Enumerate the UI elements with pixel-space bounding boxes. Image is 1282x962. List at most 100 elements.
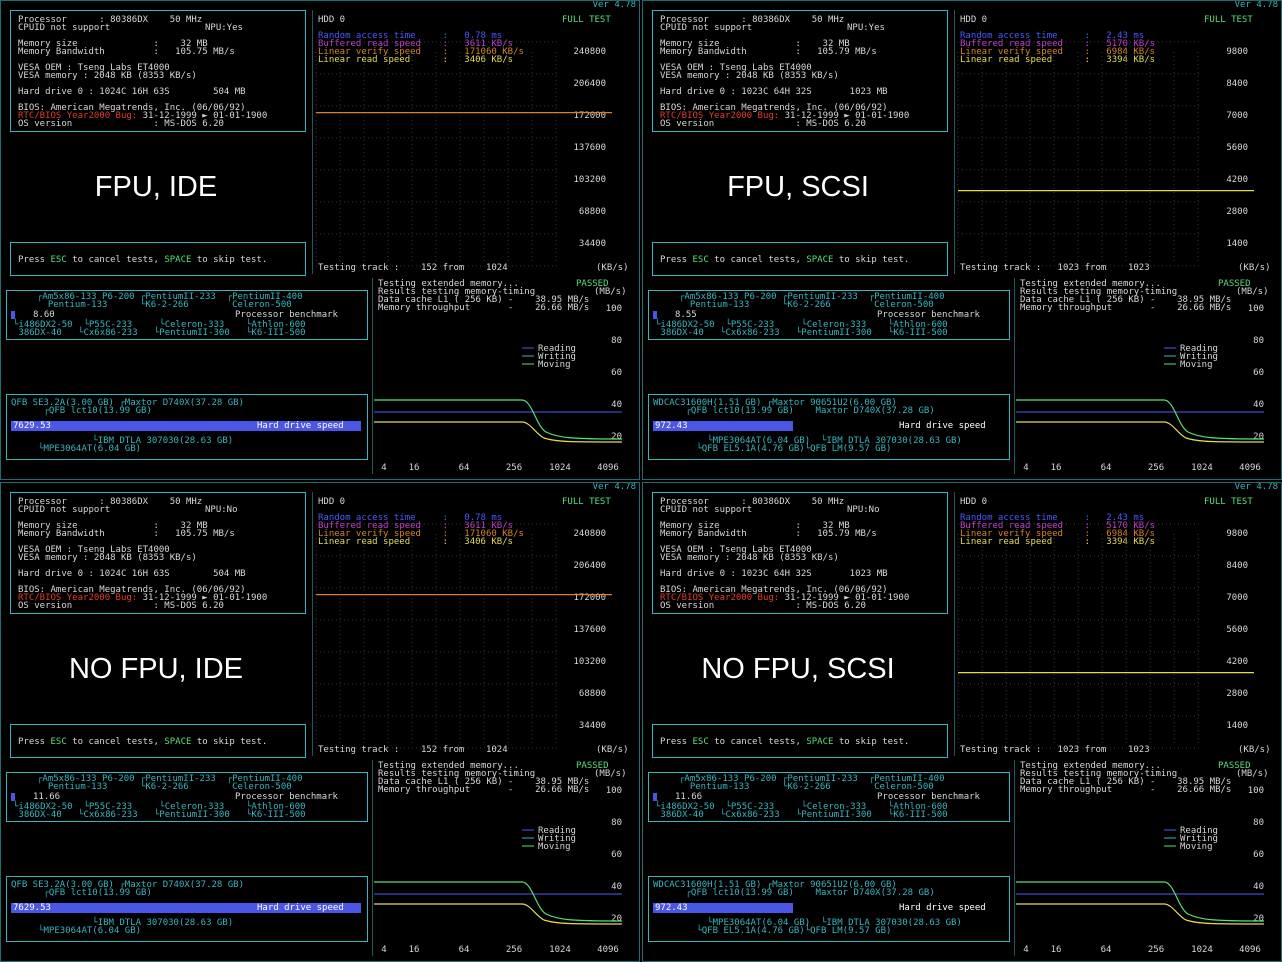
cpuid-line: CPUID not support	[18, 505, 111, 515]
hdd-test-panel: HDD 0 FULL TEST Random access time : 2.4…	[954, 10, 1282, 274]
mem-y-tick: 20	[611, 432, 622, 442]
esc-key: ESC	[50, 255, 67, 265]
processor-score: 8.55	[675, 310, 697, 320]
instr-a: Press	[18, 255, 51, 265]
hard-drive-speed-caption: Hard drive speed	[899, 421, 986, 431]
legend-label: Moving	[1180, 360, 1213, 370]
moving-series	[374, 881, 623, 922]
hard-drive-score: 7629.53	[13, 903, 51, 913]
mem-x-tick: 16	[1051, 945, 1062, 955]
configuration-label: NO FPU, SCSI	[701, 653, 895, 685]
hard-drive-speed-caption: Hard drive speed	[257, 903, 344, 913]
hdd-test-panel: HDD 0 FULL TEST Random access time : 2.4…	[954, 492, 1282, 756]
mem-y-tick: 80	[1253, 336, 1264, 346]
bench-bottom-2: 386DX-40 └Cx6x86-233 └PentiumII-300 └K6-…	[13, 810, 306, 820]
hdd-y-tick: 34400	[579, 721, 606, 731]
hdd-y-tick: 137600	[573, 625, 606, 635]
hdd-y-tick: 9800	[1226, 529, 1248, 539]
hdbench-top-2: ┌QFB lct10(13.99 GB) Maxtor D740X(37.28 …	[653, 406, 935, 416]
processor-benchmark-caption: Processor benchmark	[235, 792, 338, 802]
testing-track-line: Testing track : 152 from 1024	[318, 745, 508, 755]
instr-c: to skip test.	[833, 255, 910, 265]
space-key: SPACE	[164, 255, 192, 265]
hdd-y-tick: 103200	[573, 657, 606, 667]
hdd-y-tick: 2800	[1226, 689, 1248, 699]
hard-drive-speed-panel: QFB SE3.2A(3.00 GB) ┌Maxtor D740X(37.28 …	[6, 394, 368, 460]
space-key: SPACE	[164, 737, 192, 747]
vesa-memory-line: VESA memory : 2048 KB (8353 KB/s)	[660, 71, 839, 81]
bench-top-2: Pentium-133 └K6-2-266 Celeron-500	[37, 300, 292, 310]
hdbench-top-2: ┌QFB lct10(13.99 GB)	[11, 406, 152, 416]
instr-c: to skip test.	[191, 255, 268, 265]
space-key: SPACE	[806, 737, 834, 747]
processor-benchmark-panel: ┌Am5x86-133 P6-200 ┌PentiumII-233 ┌Penti…	[648, 772, 1010, 822]
system-info-panel: Processor : 80386DX 50 MHz CPUID not sup…	[10, 10, 306, 132]
mem-y-tick: 80	[611, 818, 622, 828]
moving-series	[1016, 399, 1265, 440]
memory-speed-chart: 100806040204 16 64 256 1024 4096ReadingWritin…	[372, 278, 623, 474]
processor-score-bar	[653, 311, 657, 319]
hdd-speed-chart: 9800 8400 7000 5600 4200 2800 1400	[954, 10, 1254, 274]
version-label: Ver 4.78	[592, 482, 636, 492]
hdd-y-tick: 4200	[1226, 657, 1248, 667]
processor-benchmark-panel: ┌Am5x86-133 P6-200 ┌PentiumII-233 ┌Penti…	[648, 290, 1010, 340]
npu-line: NPU:Yes	[205, 23, 243, 33]
testing-track-line: Testing track : 1023 from 1023	[960, 745, 1150, 755]
processor-score-bar	[11, 793, 15, 801]
hdd-unit-label: (KB/s)	[1238, 263, 1271, 273]
processor-benchmark-caption: Processor benchmark	[235, 310, 338, 320]
instructions-text: Press ESC to cancel tests, SPACE to skip…	[18, 255, 268, 265]
mem-x-tick: 256	[506, 945, 522, 955]
hdd-speed-chart: 2408002064001720001376001032006880034400	[312, 492, 612, 756]
configuration-label: FPU, SCSI	[727, 171, 869, 203]
mem-y-tick: 60	[1253, 850, 1264, 860]
hard-drive-line: Hard drive 0 : 1023C 64H 32S 1023 MB	[660, 569, 888, 579]
vesa-memory-line: VESA memory : 2048 KB (8353 KB/s)	[18, 553, 197, 563]
instr-b: to cancel tests,	[66, 737, 165, 747]
vesa-memory-line: VESA memory : 2048 KB (8353 KB/s)	[18, 71, 197, 81]
benchmark-screen-q3: Ver 4.78 Processor : 80386DX 50 MHz CPUI…	[0, 482, 640, 962]
mem-y-tick: 40	[611, 400, 622, 410]
benchmark-screen-q1: Ver 4.78 Processor : 80386DX 50 MHz CPUI…	[0, 0, 640, 480]
hdd-test-panel: HDD 0 FULL TEST Random access time : 0.7…	[312, 10, 640, 274]
hdbench-bottom-2: └QFB EL5.1A(4.76 GB)└QFB LM(9.57 GB)	[653, 444, 892, 454]
processor-score-bar	[653, 793, 657, 801]
benchmark-screen-q2: Ver 4.78 Processor : 80386DX 50 MHz CPUI…	[642, 0, 1282, 480]
hdd-y-tick: 206400	[573, 79, 606, 89]
mem-x-tick: 4096	[1239, 463, 1261, 473]
legend-label: Moving	[538, 842, 571, 852]
hdd-y-tick: 1400	[1226, 721, 1248, 731]
bench-top-2: Pentium-133 └K6-2-266 Celeron-500	[679, 300, 934, 310]
mem-x-tick: 256	[1148, 463, 1164, 473]
instr-a: Press	[660, 737, 693, 747]
hard-drive-score: 972.43	[655, 903, 688, 913]
testing-track-line: Testing track : 152 from 1024	[318, 263, 508, 273]
bench-bottom-2: 386DX-40 └Cx6x86-233 └PentiumII-300 └K6-…	[655, 810, 948, 820]
hdd-test-panel: HDD 0 FULL TEST Random access time : 0.7…	[312, 492, 640, 756]
mem-y-tick: 20	[611, 914, 622, 924]
os-version-line: OS version : MS-DOS 6.20	[18, 601, 224, 611]
processor-benchmark-caption: Processor benchmark	[877, 792, 980, 802]
hdbench-bottom-2: └QFB EL5.1A(4.76 GB)└QFB LM(9.57 GB)	[653, 926, 892, 936]
mem-y-tick: 40	[1253, 882, 1264, 892]
version-label: Ver 4.78	[1234, 482, 1278, 492]
hdd-y-tick: 68800	[579, 689, 606, 699]
mem-x-tick: 64	[459, 945, 470, 955]
mem-y-tick: 40	[1253, 400, 1264, 410]
bench-top-2: Pentium-133 └K6-2-266 Celeron-500	[679, 782, 934, 792]
processor-benchmark-panel: ┌Am5x86-133 P6-200 ┌PentiumII-233 ┌Penti…	[6, 290, 368, 340]
hard-drive-line: Hard drive 0 : 1024C 16H 63S 504 MB	[18, 569, 246, 579]
legend-label: Moving	[1180, 842, 1213, 852]
hard-drive-score: 972.43	[655, 421, 688, 431]
hdd-y-tick: 240800	[573, 47, 606, 57]
mem-x-tick: 256	[1148, 945, 1164, 955]
hard-drive-score: 7629.53	[13, 421, 51, 431]
cpuid-line: CPUID not support	[18, 23, 111, 33]
mem-y-tick: 100	[1248, 304, 1264, 314]
processor-score: 8.60	[33, 310, 55, 320]
hdd-y-tick: 7000	[1226, 593, 1248, 603]
system-info-panel: Processor : 80386DX 50 MHz CPUID not sup…	[10, 492, 306, 614]
mem-y-tick: 100	[1248, 786, 1264, 796]
hdbench-top-2: ┌QFB lct10(13.99 GB) Maxtor D740X(37.28 …	[653, 888, 935, 898]
hdbench-bottom-2: └MPE3064AT(6.04 GB)	[11, 444, 142, 454]
